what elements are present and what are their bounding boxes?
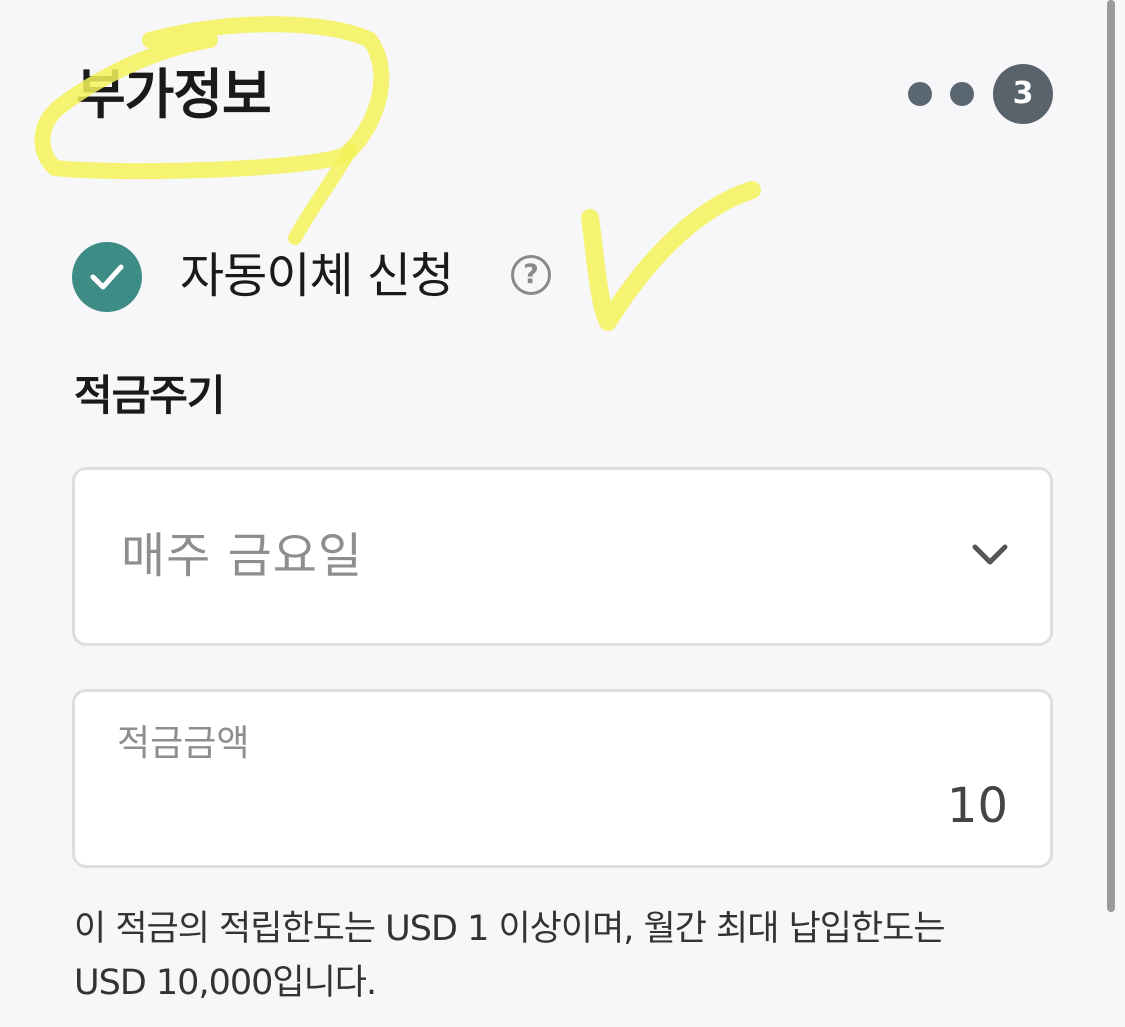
auto-transfer-label[interactable]: 자동이체 신청 (180, 246, 454, 306)
limit-notice-line-2: USD 10,000입니다. (74, 963, 377, 1003)
savings-cycle-select[interactable]: 매주 금요일 (72, 467, 1053, 646)
chevron-down-icon (972, 544, 1008, 565)
savings-cycle-value: 매주 금요일 (121, 528, 364, 584)
savings-amount-value[interactable]: 10 (947, 776, 1008, 836)
limit-notice: 이 적금의 적립한도는 USD 1 이상이며, 월간 최대 납입한도는 USD … (74, 902, 1034, 1010)
auto-transfer-checkbox[interactable]: 자동이체 신청 ? (72, 240, 632, 314)
question-circle-icon[interactable]: ? (511, 255, 551, 295)
highlighter-tail-mark (288, 143, 357, 245)
scrollbar[interactable] (1107, 0, 1115, 912)
savings-amount-field[interactable]: 적금금액 10 (72, 689, 1053, 868)
step-dot-1 (908, 82, 932, 106)
step-dot-2 (950, 82, 974, 106)
page-title: 부가정보 (76, 63, 272, 126)
check-icon[interactable] (72, 242, 142, 312)
savings-amount-label: 적금금액 (117, 723, 250, 764)
step-badge-current: 3 (993, 64, 1053, 124)
step-indicator: 3 (908, 64, 1054, 124)
limit-notice-line-1: 이 적금의 적립한도는 USD 1 이상이며, 월간 최대 납입한도는 (74, 909, 946, 949)
savings-cycle-label: 적금주기 (74, 371, 226, 420)
